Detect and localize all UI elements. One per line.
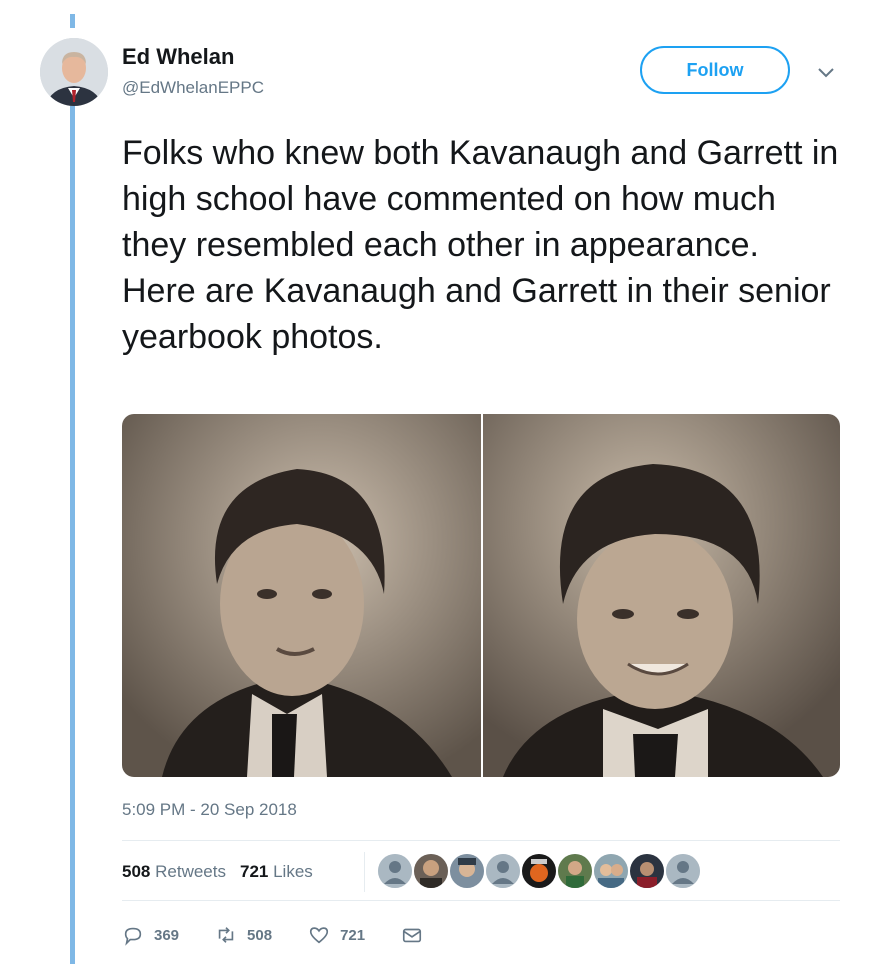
reply-count: 369 [154,926,180,944]
liker-avatar[interactable] [594,854,628,888]
thread-connector-line [70,100,75,964]
liker-avatar[interactable] [414,854,448,888]
tweet-actions: 369 508 721 [122,924,459,946]
liker-avatar[interactable] [378,854,412,888]
retweets-label: Retweets [155,862,226,881]
likes-count: 721 [239,862,269,881]
chevron-down-icon[interactable] [814,60,838,84]
liker-avatar[interactable] [666,854,700,888]
yearbook-photo-right[interactable] [483,414,840,777]
heart-icon [309,927,329,944]
likes-label: Likes [273,862,313,881]
author-handle[interactable]: @EdWhelanEPPC [122,78,264,98]
liker-avatar[interactable] [630,854,664,888]
liker-avatar[interactable] [522,854,556,888]
like-button[interactable]: 721 [308,924,365,946]
yearbook-photo-left[interactable] [122,414,481,777]
follow-button[interactable]: Follow [640,46,790,94]
avatar[interactable] [40,38,108,106]
direct-message-button[interactable] [401,924,423,946]
reply-icon [124,927,142,946]
divider-top [122,840,840,841]
retweet-count: 508 [247,926,273,944]
divider-bottom [122,900,840,901]
likers-avatars [378,854,702,888]
liker-avatar[interactable] [486,854,520,888]
thread-connector-top [70,14,75,28]
tweet-media[interactable] [122,414,840,777]
retweets-count: 508 [122,862,151,881]
tweet-timestamp[interactable]: 5:09 PM - 20 Sep 2018 [122,800,297,820]
engagement-stats: 508 Retweets 721 Likes [122,862,313,882]
reply-button[interactable]: 369 [122,924,179,946]
retweet-button[interactable]: 508 [215,924,272,946]
like-count: 721 [340,926,366,944]
retweet-icon [218,927,234,943]
author-name[interactable]: Ed Whelan [122,44,234,70]
tweet-text: Folks who knew both Kavanaugh and Garret… [122,134,839,356]
retweets-stat[interactable]: 508 Retweets [122,862,226,881]
stats-separator [364,852,365,892]
liker-avatar[interactable] [450,854,484,888]
liker-avatar[interactable] [558,854,592,888]
envelope-icon [403,928,422,943]
likes-stat[interactable]: 721 Likes [240,862,313,881]
